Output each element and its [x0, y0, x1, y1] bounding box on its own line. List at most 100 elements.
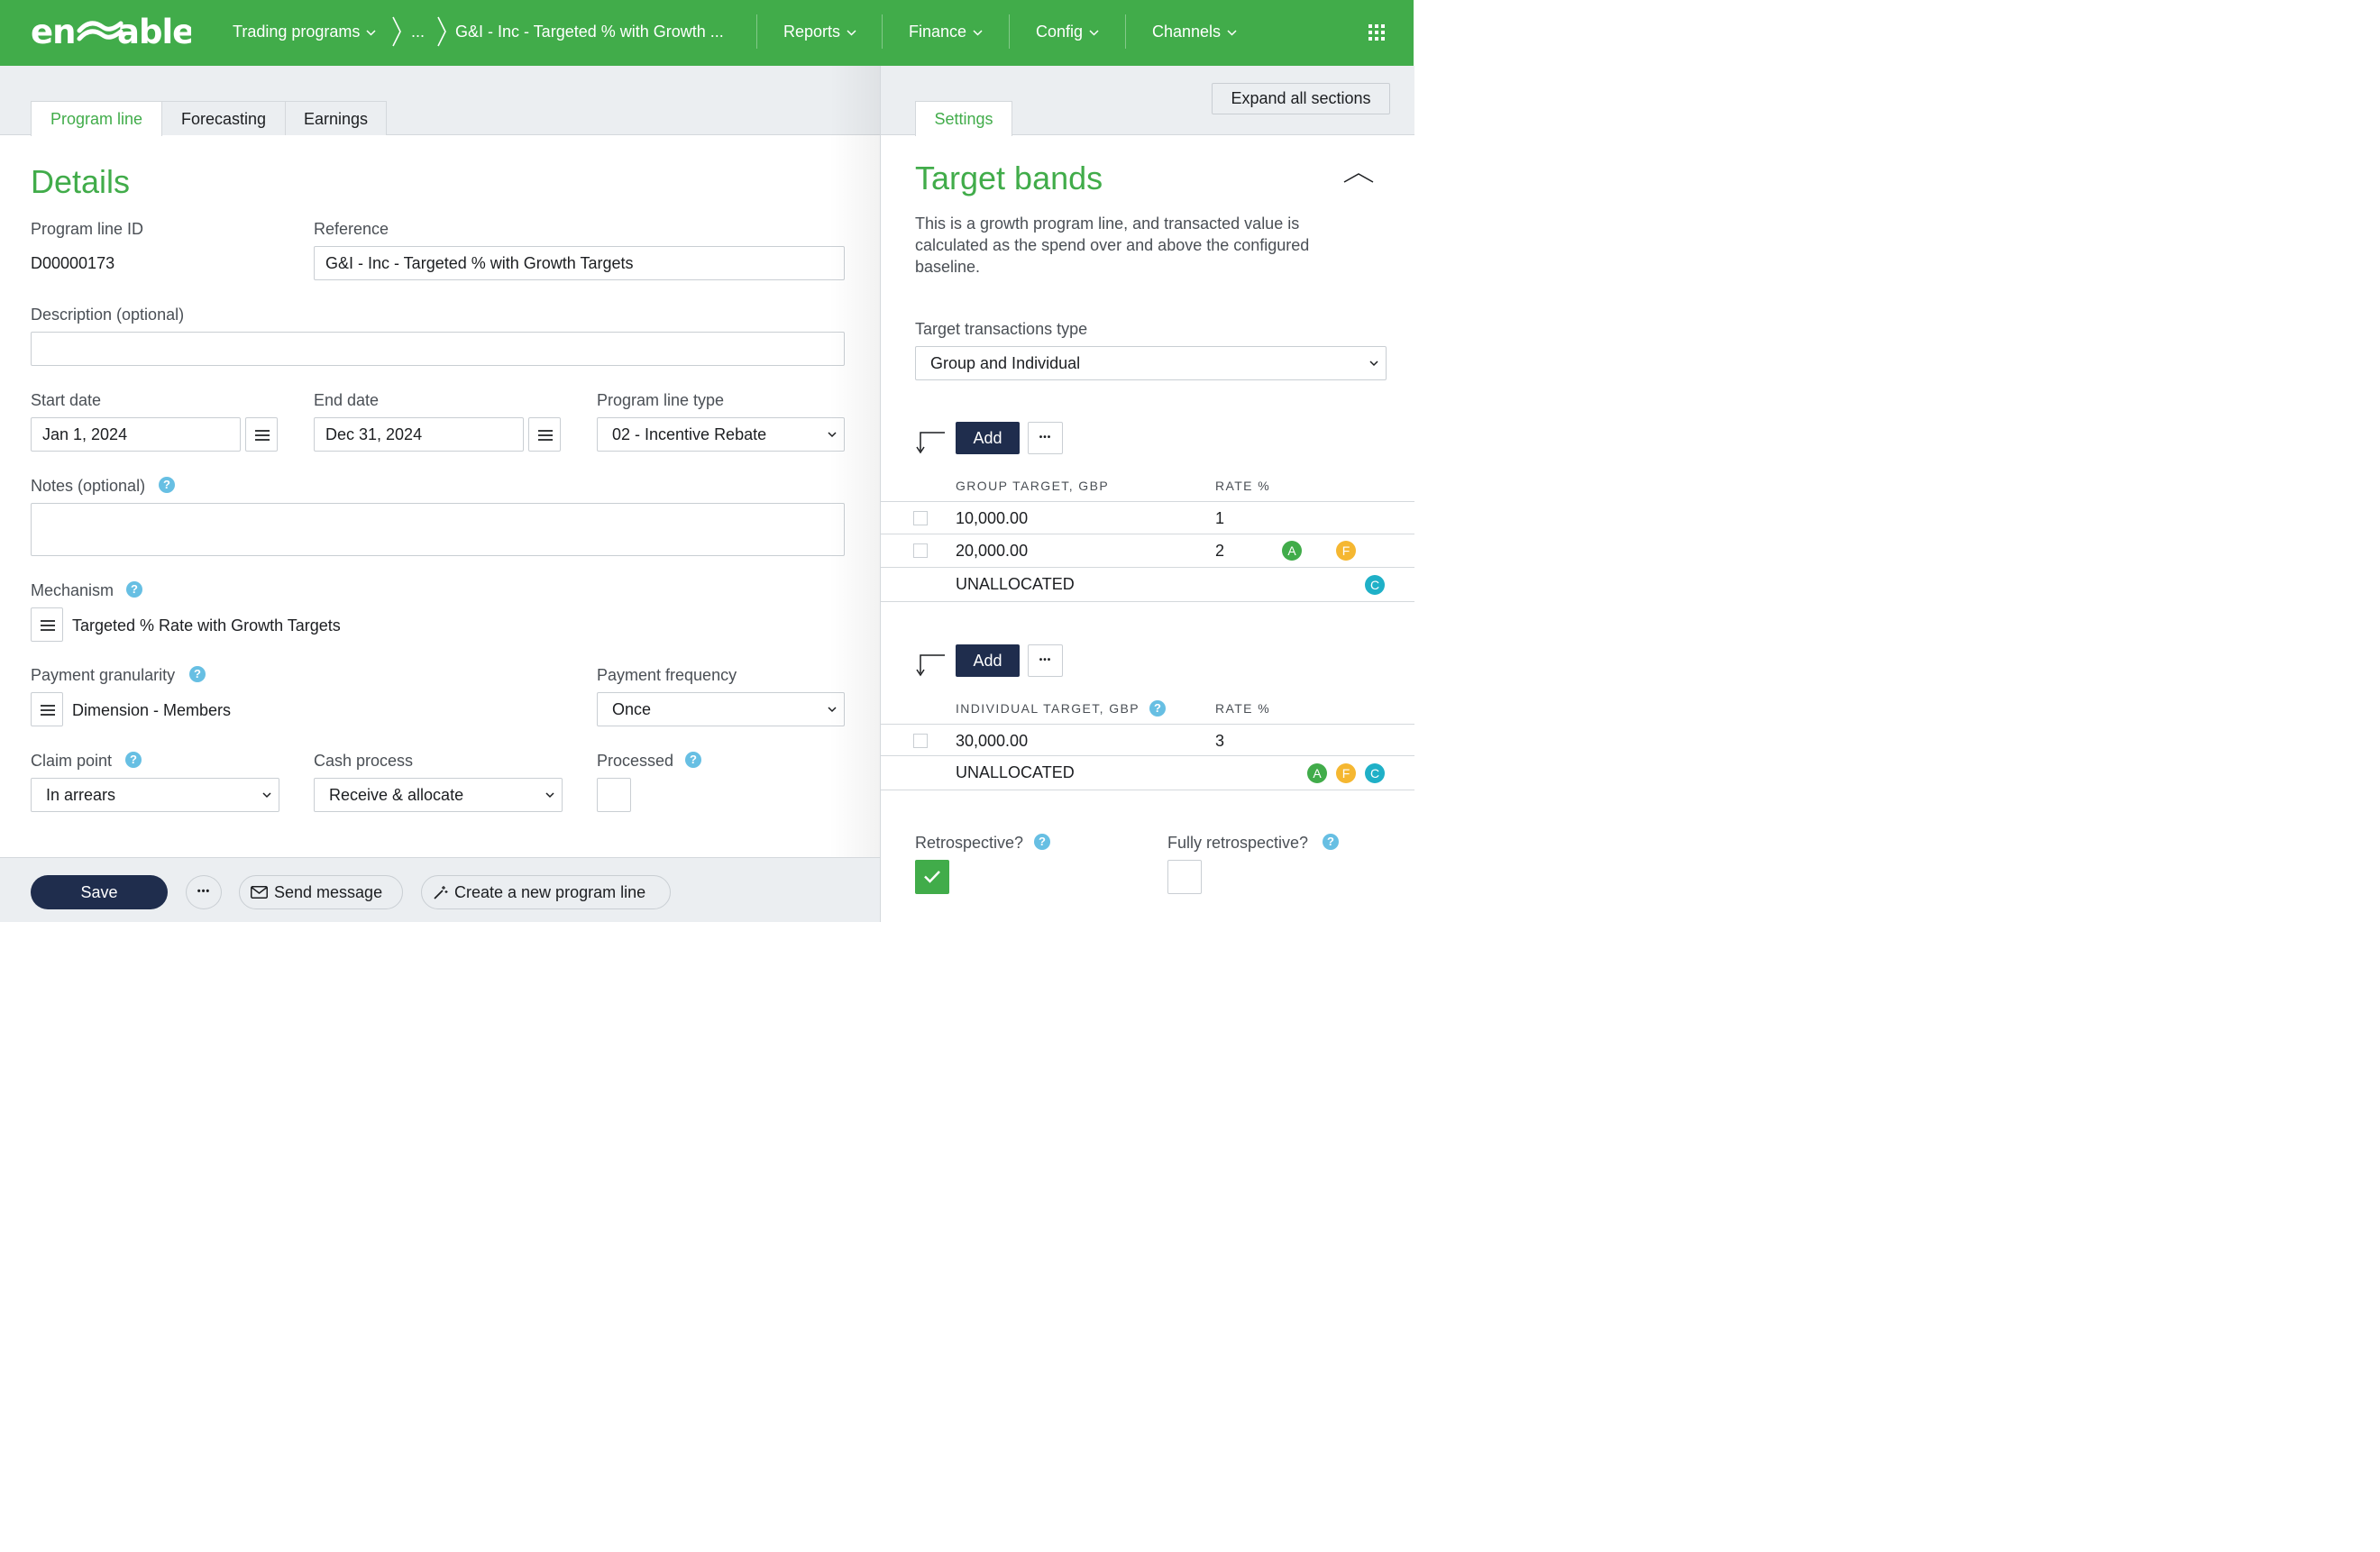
payment-frequency-label: Payment frequency: [597, 666, 737, 684]
description-label: Description (optional): [31, 306, 185, 324]
tab-program-line[interactable]: Program line: [31, 101, 162, 136]
save-button[interactable]: Save: [31, 875, 168, 909]
svg-text:en: en: [31, 13, 75, 51]
program-line-type-value: 02 - Incentive Rebate: [612, 425, 767, 443]
group-rate-value: 1: [1215, 509, 1225, 527]
divider: [881, 601, 1414, 602]
target-transactions-type-select[interactable]: Group and Individual: [915, 346, 1387, 380]
group-rate-value: 2: [1215, 542, 1225, 560]
payment-frequency-select[interactable]: Once: [597, 692, 845, 726]
create-program-line-button[interactable]: Create a new program line: [421, 875, 671, 909]
end-date-picker-button[interactable]: [528, 417, 561, 452]
add-group-band-button[interactable]: Add: [956, 422, 1020, 454]
help-icon[interactable]: ?: [126, 581, 142, 598]
divider: [881, 501, 1414, 502]
nav-channels-label: Channels: [1152, 23, 1222, 41]
mechanism-picker-button[interactable]: [31, 607, 63, 642]
tab-earnings[interactable]: Earnings: [285, 101, 387, 135]
help-icon[interactable]: ?: [1323, 834, 1339, 850]
chevron-down-icon: [1227, 30, 1237, 36]
help-icon[interactable]: ?: [189, 666, 206, 682]
divider: [881, 567, 1414, 568]
payment-frequency-value: Once: [612, 700, 652, 718]
group-row-checkbox[interactable]: [913, 511, 928, 525]
description-input[interactable]: [31, 332, 845, 366]
nav-reports-label: Reports: [783, 23, 841, 41]
start-date-input[interactable]: Jan 1, 2024: [31, 417, 241, 452]
breadcrumb-current[interactable]: G&I - Inc - Targeted % with Growth ...: [455, 22, 724, 41]
program-line-type-select[interactable]: 02 - Incentive Rebate: [597, 417, 845, 452]
group-band-more-button[interactable]: •••: [1028, 422, 1063, 454]
action-footer: Save ••• Send message Create a new progr…: [0, 857, 880, 922]
menu-icon: [41, 705, 55, 716]
add-individual-band-button[interactable]: Add: [956, 644, 1020, 677]
individual-unallocated-label: UNALLOCATED: [956, 763, 1075, 781]
help-icon[interactable]: ?: [159, 477, 175, 493]
divider: [881, 724, 1414, 725]
tab-forecasting[interactable]: Forecasting: [161, 101, 286, 135]
notes-textarea[interactable]: [31, 503, 845, 556]
send-message-button[interactable]: Send message: [239, 875, 403, 909]
chevron-down-icon: [366, 30, 376, 36]
nav-divider: [1125, 14, 1126, 49]
payment-granularity-picker-button[interactable]: [31, 692, 63, 726]
expand-all-sections-button[interactable]: Expand all sections: [1212, 83, 1390, 114]
start-date-label: Start date: [31, 391, 102, 409]
program-line-id-value: D00000173: [31, 254, 115, 272]
nav-config[interactable]: Config: [1036, 22, 1099, 41]
badge-a[interactable]: A: [1307, 763, 1327, 783]
retrospective-checkbox[interactable]: [915, 860, 949, 894]
chevron-down-icon: [1089, 30, 1099, 36]
cash-process-value: Receive & allocate: [329, 786, 464, 804]
help-icon[interactable]: ?: [1034, 834, 1050, 850]
chevron-down-icon: [973, 30, 983, 36]
target-transactions-type-label: Target transactions type: [915, 320, 1088, 338]
menu-icon: [255, 430, 270, 441]
details-heading: Details: [31, 163, 131, 200]
reference-input[interactable]: G&I - Inc - Targeted % with Growth Targe…: [314, 246, 845, 280]
nav-trading-programs[interactable]: Trading programs: [233, 22, 376, 41]
chevron-up-icon[interactable]: [1343, 172, 1374, 183]
badge-a[interactable]: A: [1282, 541, 1302, 561]
group-rate-column-header: RATE %: [1215, 479, 1271, 493]
group-row-checkbox[interactable]: [913, 543, 928, 558]
help-icon[interactable]: ?: [1149, 700, 1166, 717]
mechanism-label: Mechanism: [31, 581, 114, 599]
individual-row-checkbox[interactable]: [913, 734, 928, 748]
send-message-label: Send message: [274, 883, 383, 901]
group-unallocated-label: UNALLOCATED: [956, 575, 1075, 593]
processed-checkbox[interactable]: [597, 778, 631, 812]
nav-reports[interactable]: Reports: [783, 22, 856, 41]
group-target-column-header: GROUP TARGET, GBP: [956, 479, 1110, 493]
more-actions-button[interactable]: •••: [186, 875, 222, 909]
group-target-value: 10,000.00: [956, 509, 1029, 527]
badge-f[interactable]: F: [1336, 763, 1356, 783]
target-bands-heading: Target bands: [915, 160, 1103, 196]
individual-band-more-button[interactable]: •••: [1028, 644, 1063, 677]
chevron-down-icon: [847, 30, 856, 36]
chevron-down-icon: [545, 792, 554, 799]
claim-point-select[interactable]: In arrears: [31, 778, 279, 812]
menu-icon: [538, 430, 553, 441]
processed-label: Processed: [597, 752, 674, 770]
notes-label: Notes (optional): [31, 477, 146, 495]
help-icon[interactable]: ?: [685, 752, 701, 768]
fully-retrospective-checkbox[interactable]: [1167, 860, 1202, 894]
nav-config-label: Config: [1036, 23, 1084, 41]
enable-logo[interactable]: en able: [31, 11, 191, 52]
nav-channels[interactable]: Channels: [1152, 22, 1237, 41]
badge-f[interactable]: F: [1336, 541, 1356, 561]
claim-point-value: In arrears: [46, 786, 116, 804]
breadcrumb-ellipsis[interactable]: ...: [411, 22, 425, 41]
nav-finance[interactable]: Finance: [909, 22, 983, 41]
individual-rate-column-header: RATE %: [1215, 701, 1271, 716]
end-date-input[interactable]: Dec 31, 2024: [314, 417, 524, 452]
badge-c[interactable]: C: [1365, 763, 1385, 783]
help-icon[interactable]: ?: [125, 752, 142, 768]
breadcrumb-separator-icon: [437, 16, 446, 47]
start-date-picker-button[interactable]: [245, 417, 278, 452]
cash-process-select[interactable]: Receive & allocate: [314, 778, 563, 812]
grid-icon[interactable]: [1368, 24, 1385, 41]
badge-c[interactable]: C: [1365, 575, 1385, 595]
tab-settings[interactable]: Settings: [915, 101, 1012, 136]
